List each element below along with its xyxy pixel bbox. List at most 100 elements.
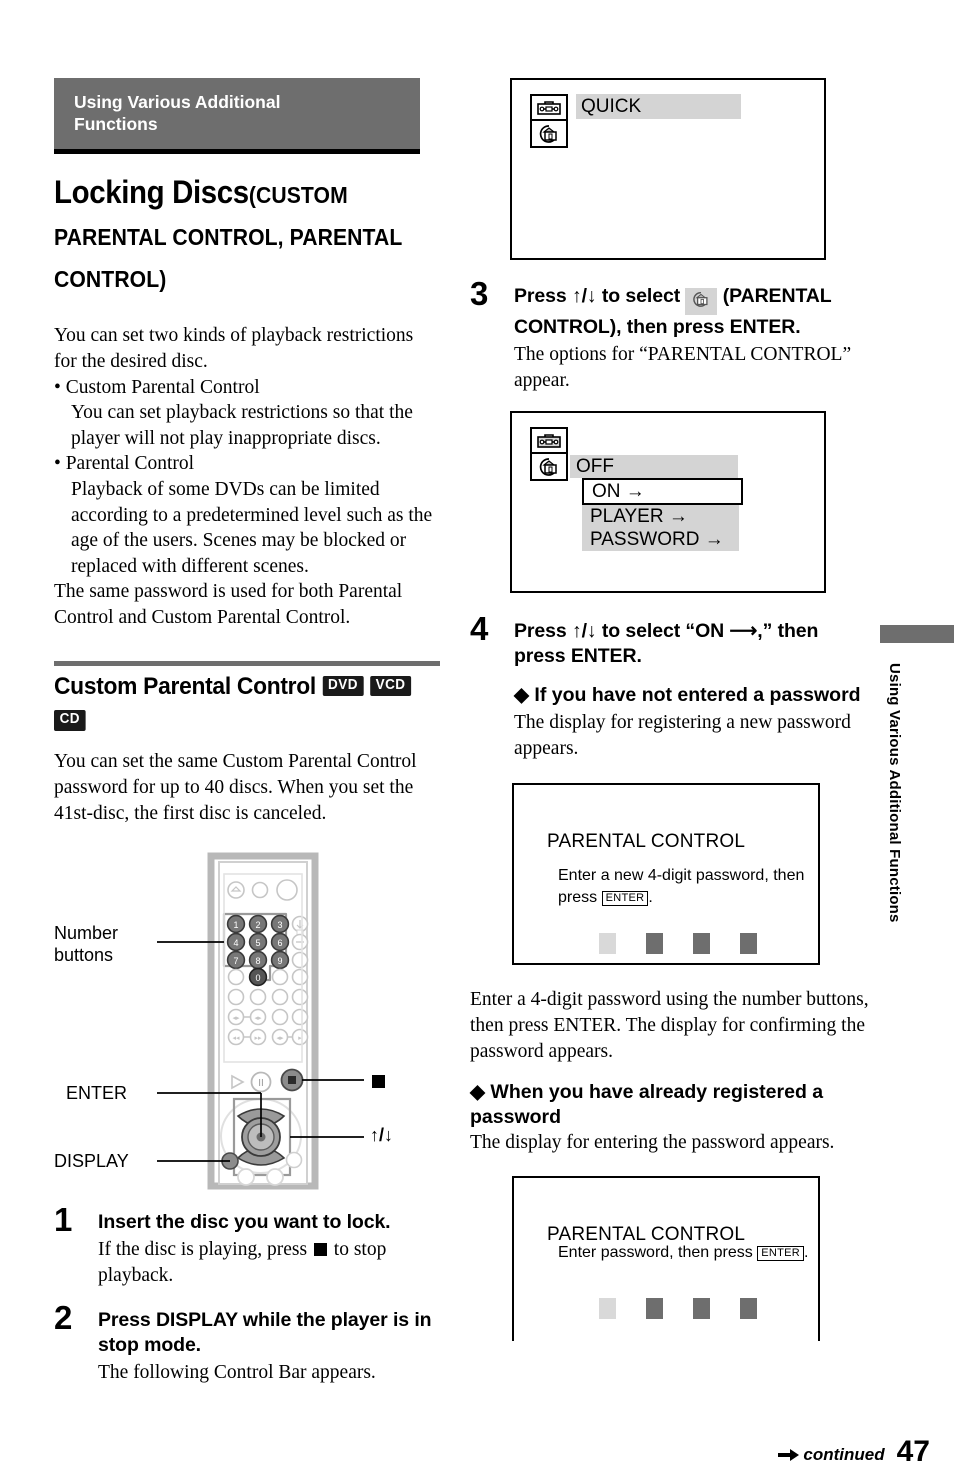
password-digit-box[interactable] [693,1297,710,1319]
svg-text:1: 1 [233,920,238,930]
step-4-after-body: Enter a 4-digit password using the numbe… [470,989,869,1062]
parental-control-lock-icon [530,121,568,148]
step-1-body: If the disc is playing, press to stop pl… [98,1237,440,1288]
callout-stop-icon [370,1070,387,1092]
remote-illustration: 1 2 3 4 5 6 7 8 9 0 ◂▸ ◂▸ ◂◂ ▸▸ ◂▸ ▸ II … [54,850,440,1190]
intro-block: You can set two kinds of playback restri… [54,323,440,630]
step-4-heading: Press ↑/↓ to select “ON ⟶,” then press E… [514,620,819,668]
page-footer: continued 47 [778,1435,930,1468]
step-2-heading: Press DISPLAY while the player is in sto… [98,1309,432,1357]
password-digit-box[interactable] [599,1297,616,1319]
svg-text:II: II [258,1078,264,1089]
step-4-sub2-heading: ◆ When you have already registered a pas… [470,1081,824,1129]
page-title-main: Locking Discs [54,173,249,210]
svg-text:3: 3 [277,920,282,930]
callout-enter: ENTER [66,1083,128,1104]
toolbox-icon-svg [537,101,561,115]
svg-text:5: 5 [255,938,260,948]
intro-paragraph-2: The same password is used for both Paren… [54,581,403,629]
page-number: 47 [896,1435,930,1468]
right-column: QUICK 3 Press ↑/↓ to select (PARENTAL CO… [470,78,870,1341]
step-2-body: The following Control Bar appears. [98,1362,376,1384]
password-digit-box[interactable] [693,933,710,955]
callout-number-buttons-line2: buttons [54,945,114,966]
svg-text:◂▸: ◂▸ [276,1035,284,1042]
osd-parental-options: OFF ON → PLAYER → PASSWORD → [510,411,826,594]
continued-label: continued [803,1445,885,1464]
intro-paragraph-1: You can set two kinds of playback restri… [54,325,414,373]
step-4-sub2-body: The display for entering the password ap… [470,1132,835,1154]
svg-text:▸▸: ▸▸ [254,1035,262,1042]
osd-option-player[interactable]: PLAYER → [582,505,739,529]
osd-new-password: PARENTAL CONTROL Enter a new 4-digit pas… [512,783,820,966]
osd-enter-password-digits [599,1297,757,1319]
osd-option-password[interactable]: PASSWORD → [582,528,739,552]
step-3-heading-pre: Press ↑/↓ to select [514,285,686,307]
disc-tag-vcd: VCD [370,675,412,697]
toolbox-icon-svg-2 [537,434,561,448]
osd-quick-control-bar: QUICK [510,78,826,260]
svg-text:6: 6 [277,938,282,948]
page-title: Locking Discs(CUSTOM PARENTAL CONTROL, P… [54,171,440,298]
osd-new-password-instruction-post: . [648,889,653,907]
step-3-heading: Press ↑/↓ to select (PARENTAL CONTROL), … [514,284,870,340]
osd-quick-icon-stack [530,94,568,148]
callout-up-down: ↑/↓ [370,1125,394,1146]
parental-control-lock-icon [530,454,568,482]
toolbox-icon [530,94,568,121]
osd-enter-password-instruction-post: . [804,1243,809,1261]
svg-text:◂▸: ◂▸ [232,1015,240,1022]
page-title-paren2: PARENTAL CONTROL, PARENTAL [54,224,403,251]
svg-text:7: 7 [233,956,238,966]
step-4: 4 Press ↑/↓ to select “ON ⟶,” then press… [470,612,870,761]
osd-new-password-digits [599,933,757,955]
step-3-number: 3 [470,275,489,312]
osd-new-password-instruction-pre: Enter a new 4-digit password, then press [558,867,805,907]
page-title-paren1: (CUSTOM [248,181,348,208]
stop-square-icon [372,1075,385,1089]
toolbox-icon [530,427,568,455]
step-1-heading: Insert the disc you want to lock. [98,1211,391,1234]
arrow-right-icon [778,1449,800,1461]
step-3: 3 Press ↑/↓ to select (PARENTAL CONTROL)… [470,277,870,393]
password-digit-box[interactable] [740,1297,757,1319]
step-3-body: The options for “PARENTAL CONTROL” appea… [514,344,852,391]
osd-quick-label: QUICK [576,94,741,119]
password-digit-box[interactable] [646,1297,663,1319]
intro-bullet-1-title: • Custom Parental Control [54,376,260,398]
svg-text:8: 8 [255,956,260,966]
step-4-number: 4 [470,610,489,648]
continued-marker: continued [778,1445,885,1465]
osd-new-password-instruction: Enter a new 4-digit password, then press… [558,865,838,909]
disc-tag-cd: CD [54,710,86,732]
parental-control-lock-icon-inline [685,288,718,315]
parental-control-lock-icon-svg-2 [539,458,557,477]
osd-enter-password-instruction-pre: Enter password, then press [558,1243,758,1261]
svg-text:◂◂: ◂◂ [232,1035,240,1042]
step-4-sub1-heading: ◆ If you have not entered a password [514,684,861,707]
side-tab-bar [880,625,954,643]
manual-page: Using Various Additional Functions Locki… [0,0,954,1483]
osd-enter-password-instruction: Enter password, then press ENTER. [558,1242,838,1264]
osd-enter-password: PARENTAL CONTROL Enter password, then pr… [512,1175,820,1341]
password-digit-box[interactable] [740,933,757,955]
osd-new-password-title: PARENTAL CONTROL [547,831,746,853]
osd-option-off[interactable]: OFF [570,455,738,479]
intro-bullet-2-title: • Parental Control [54,453,195,475]
enter-key-glyph: ENTER [601,891,649,907]
disc-tag-dvd: DVD [322,675,364,697]
chapter-banner: Using Various Additional Functions [54,78,420,154]
step-2-number: 2 [54,1299,73,1337]
callout-number-buttons: Number buttons [54,922,118,966]
password-digit-box[interactable] [599,933,616,955]
chapter-banner-line2: Functions [74,114,158,135]
intro-bullet-2-body: Playback of some DVDs can be limited acc… [71,479,433,577]
step-1-number: 1 [54,1201,73,1239]
osd-option-on[interactable]: ON → [582,478,743,506]
password-digit-box[interactable] [646,933,663,955]
enter-key-glyph: ENTER [757,1245,804,1261]
stop-square-icon-inline [313,1243,327,1257]
osd-options-menu: OFF ON → PLAYER → PASSWORD → [570,455,743,552]
parental-control-lock-icon-svg [539,125,557,143]
section-body: You can set the same Custom Parental Con… [54,751,417,824]
